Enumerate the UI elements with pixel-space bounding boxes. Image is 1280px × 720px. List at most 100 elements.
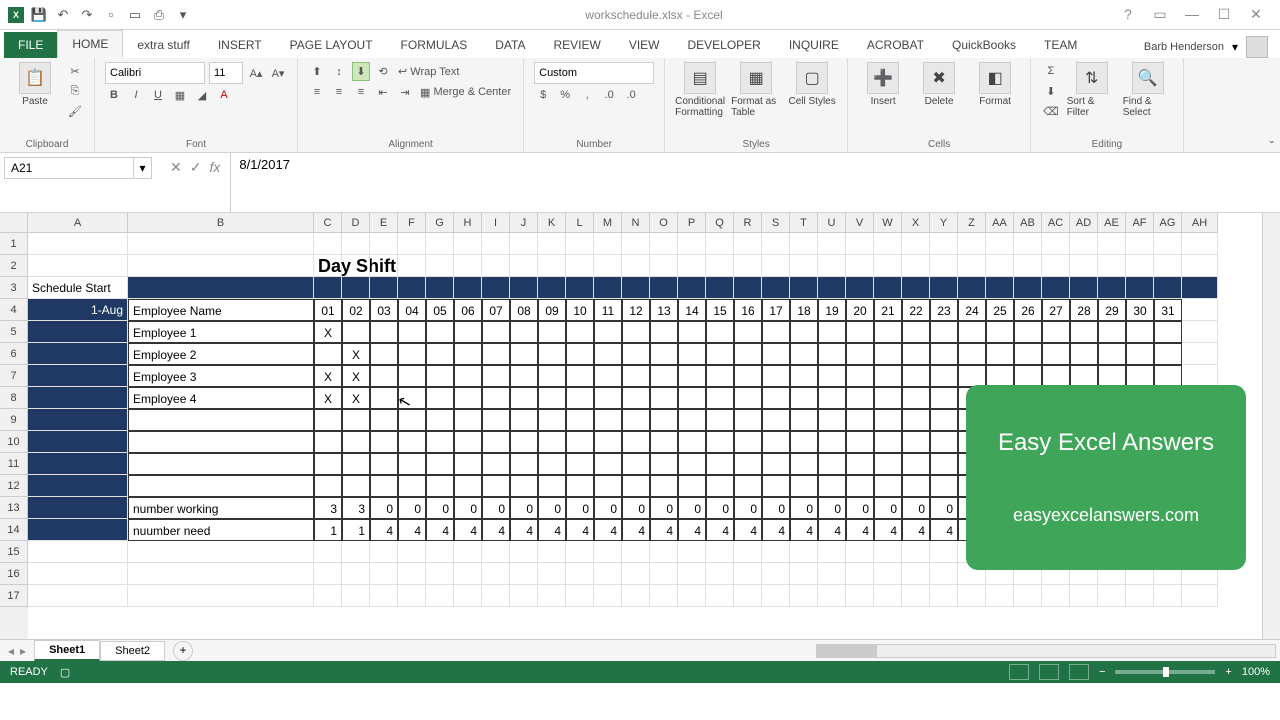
merge-center-button[interactable]: ▦ Merge & Center [418,83,513,101]
enter-formula-icon[interactable]: ✓ [190,157,202,176]
zoom-level[interactable]: 100% [1242,666,1270,678]
font-color-icon[interactable]: A [215,86,233,104]
align-middle-icon[interactable]: ↕ [330,63,348,81]
save-icon[interactable]: 💾 [30,6,48,24]
name-box-dropdown-icon[interactable]: ▾ [134,157,152,179]
tab-view[interactable]: VIEW [615,32,674,58]
tab-insert[interactable]: INSERT [204,32,276,58]
sheet-tab-2[interactable]: Sheet2 [100,641,165,661]
fx-icon[interactable]: fx [209,157,220,175]
italic-button[interactable]: I [127,86,145,104]
currency-icon[interactable]: $ [534,86,552,104]
minimize-icon[interactable]: — [1180,6,1204,23]
column-headers[interactable]: ABCDEFGHIJKLMNOPQRSTUVWXYZAAABACADAEAFAG… [28,213,1218,233]
increase-indent-icon[interactable]: ⇥ [396,83,414,101]
zoom-out-icon[interactable]: − [1099,666,1105,678]
find-select-button[interactable]: 🔍Find & Select [1123,62,1173,118]
sheet-nav-prev-icon[interactable]: ◂ [8,644,14,658]
paste-button[interactable]: 📋 Paste [10,62,60,107]
format-painter-icon[interactable]: 🖌 [66,102,84,120]
vertical-scrollbar[interactable] [1262,213,1280,639]
window-title: workschedule.xlsx - Excel [192,8,1116,22]
user-dropdown-icon[interactable]: ▾ [1232,40,1238,54]
cut-icon[interactable]: ✂ [66,62,84,80]
zoom-in-icon[interactable]: + [1225,666,1231,678]
status-bar: READY ▢ − + 100% [0,661,1280,683]
underline-button[interactable]: U [149,86,167,104]
tab-formulas[interactable]: FORMULAS [387,32,482,58]
comma-icon[interactable]: , [578,86,596,104]
conditional-formatting-button[interactable]: ▤Conditional Formatting [675,62,725,118]
quick-print-icon[interactable]: ⎙ [150,6,168,24]
cancel-formula-icon[interactable]: ✕ [170,157,182,176]
increase-font-icon[interactable]: A▴ [247,64,265,82]
avatar[interactable] [1246,36,1268,58]
tab-home[interactable]: HOME [57,30,123,58]
tab-acrobat[interactable]: ACROBAT [853,32,938,58]
sheet-nav-next-icon[interactable]: ▸ [20,644,26,658]
align-left-icon[interactable]: ≡ [308,83,326,101]
group-cells: Cells [858,137,1020,150]
tab-quickbooks[interactable]: QuickBooks [938,32,1030,58]
tab-extra[interactable]: extra stuff [123,32,203,58]
new-icon[interactable]: ▫ [102,6,120,24]
align-right-icon[interactable]: ≡ [352,83,370,101]
tab-data[interactable]: DATA [481,32,539,58]
decrease-font-icon[interactable]: A▾ [269,64,287,82]
borders-icon[interactable]: ▦ [171,86,189,104]
delete-cells-button[interactable]: ✖Delete [914,62,964,107]
format-as-table-button[interactable]: ▦Format as Table [731,62,781,118]
page-layout-view-icon[interactable] [1039,664,1059,680]
open-icon[interactable]: ▭ [126,6,144,24]
autosum-icon[interactable]: Σ [1041,62,1061,80]
tab-file[interactable]: FILE [4,32,57,58]
fill-icon[interactable]: ⬇ [1041,82,1061,100]
sort-filter-button[interactable]: ⇅Sort & Filter [1067,62,1117,118]
align-bottom-icon[interactable]: ⬇ [352,62,370,81]
help-icon[interactable]: ? [1116,6,1140,23]
font-size-combo[interactable]: 11 [209,62,243,84]
tab-team[interactable]: TEAM [1030,32,1091,58]
align-center-icon[interactable]: ≡ [330,83,348,101]
copy-icon[interactable]: ⎘ [66,82,84,100]
sheet-tab-1[interactable]: Sheet1 [34,640,100,661]
find-icon: 🔍 [1132,62,1164,94]
percent-icon[interactable]: % [556,86,574,104]
qat-dropdown-icon[interactable]: ▾ [174,6,192,24]
orientation-icon[interactable]: ⟲ [374,63,392,81]
tab-developer[interactable]: DEVELOPER [673,32,774,58]
undo-icon[interactable]: ↶ [54,6,72,24]
align-top-icon[interactable]: ⬆ [308,63,326,81]
name-box-input[interactable] [4,157,134,179]
horizontal-scrollbar[interactable] [816,644,1276,658]
fill-color-icon[interactable]: ◢ [193,86,211,104]
insert-cells-button[interactable]: ➕Insert [858,62,908,107]
clear-icon[interactable]: ⌫ [1041,102,1061,120]
format-cells-button[interactable]: ◧Format [970,62,1020,107]
wrap-text-button[interactable]: ↩ Wrap Text [396,63,461,81]
redo-icon[interactable]: ↷ [78,6,96,24]
macro-record-icon[interactable]: ▢ [60,666,70,679]
collapse-ribbon-icon[interactable]: ˇ [1269,138,1274,154]
zoom-slider[interactable] [1115,670,1215,674]
tab-review[interactable]: REVIEW [539,32,614,58]
bold-button[interactable]: B [105,86,123,104]
decrease-decimal-icon[interactable]: .0 [622,86,640,104]
increase-decimal-icon[interactable]: .0 [600,86,618,104]
add-sheet-button[interactable]: + [173,641,193,661]
font-name-combo[interactable]: Calibri [105,62,205,84]
cell-styles-button[interactable]: ▢Cell Styles [787,62,837,107]
tab-page-layout[interactable]: PAGE LAYOUT [276,32,387,58]
ribbon-options-icon[interactable]: ▭ [1148,6,1172,23]
select-all-button[interactable] [0,213,28,233]
tab-inquire[interactable]: INQUIRE [775,32,853,58]
maximize-icon[interactable]: ☐ [1212,6,1236,23]
page-break-view-icon[interactable] [1069,664,1089,680]
row-headers[interactable]: 1234567891011121314151617 [0,233,28,639]
number-format-combo[interactable]: Custom [534,62,654,84]
user-name[interactable]: Barb Henderson [1144,41,1224,53]
decrease-indent-icon[interactable]: ⇤ [374,83,392,101]
close-icon[interactable]: ✕ [1244,6,1268,23]
normal-view-icon[interactable] [1009,664,1029,680]
formula-input[interactable]: 8/1/2017 [230,153,1280,212]
